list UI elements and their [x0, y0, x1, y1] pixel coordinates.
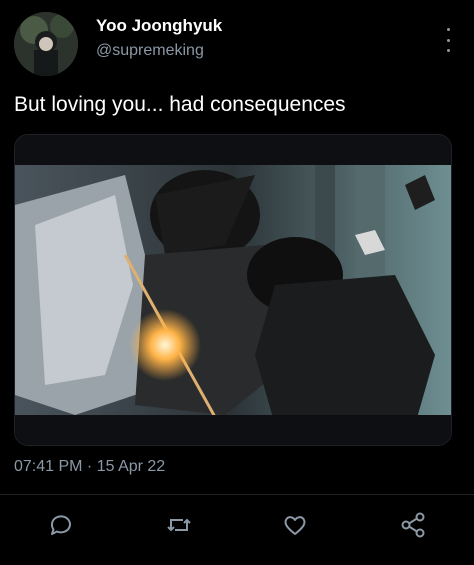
action-bar	[0, 506, 474, 546]
dot	[446, 38, 450, 42]
display-name[interactable]: Yoo Joonghyuk	[96, 16, 222, 36]
share-icon	[401, 512, 425, 538]
avatar[interactable]	[14, 12, 78, 76]
more-options-button[interactable]	[440, 28, 456, 52]
user-handle[interactable]: @supremeking	[96, 42, 222, 60]
tweet-media-image[interactable]	[14, 134, 452, 446]
divider	[0, 494, 474, 495]
dot	[446, 49, 450, 52]
reply-icon	[50, 515, 71, 535]
retweet-button[interactable]	[164, 510, 194, 540]
share-button[interactable]	[398, 510, 428, 540]
user-names: Yoo Joonghyuk @supremeking	[96, 16, 222, 60]
tweet-header: Yoo Joonghyuk @supremeking	[14, 12, 460, 82]
retweet-icon	[167, 518, 191, 532]
reply-button[interactable]	[46, 510, 76, 540]
heart-icon	[284, 516, 306, 535]
like-button[interactable]	[280, 510, 310, 540]
tweet-timestamp[interactable]: 07:41 PM · 15 Apr 22	[14, 458, 165, 476]
tweet-text: But loving you... had consequences	[14, 93, 346, 116]
dot	[446, 28, 450, 31]
